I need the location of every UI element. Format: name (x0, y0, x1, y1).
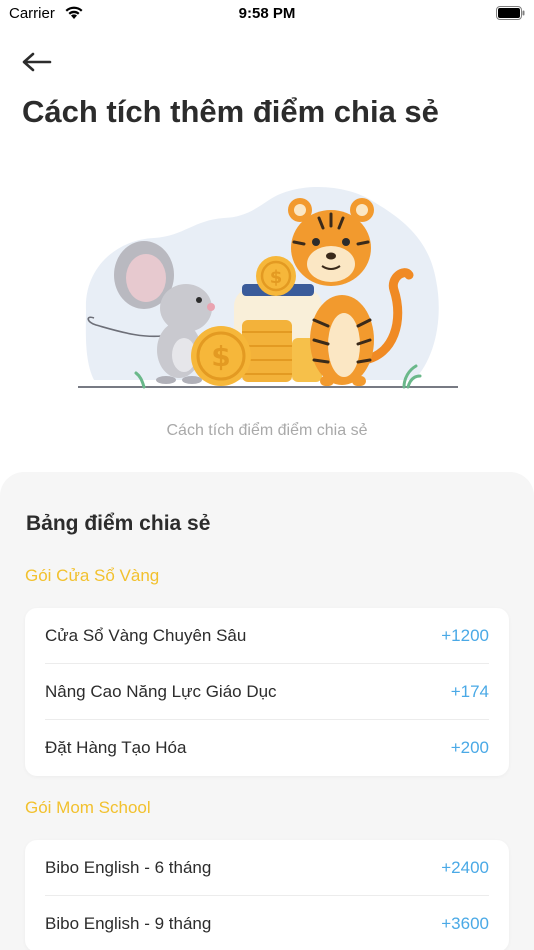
points-card-golden-window: Cửa Sổ Vàng Chuyên Sâu +1200 Nâng Cao Nă… (25, 608, 509, 776)
group-label-golden-window: Gói Cửa Sổ Vàng (25, 566, 160, 585)
list-item[interactable]: Cửa Sổ Vàng Chuyên Sâu +1200 (45, 608, 489, 664)
item-name: Bibo English - 6 tháng (45, 857, 212, 877)
item-name: Nâng Cao Năng Lực Giáo Dục (45, 681, 277, 701)
page-title: Cách tích thêm điểm chia sẻ (22, 94, 439, 129)
item-points: +200 (450, 738, 489, 757)
clock: 9:58 PM (238, 5, 296, 22)
item-points: +3600 (441, 914, 489, 933)
list-item[interactable]: Bibo English - 9 tháng +3600 (45, 896, 489, 950)
svg-text:$: $ (211, 340, 230, 373)
points-table-title: Bảng điểm chia sẻ (26, 512, 211, 535)
hero-illustration: $ $ (78, 187, 458, 389)
item-name: Đặt Hàng Tạo Hóa (45, 738, 187, 757)
arrow-left-icon (22, 52, 52, 72)
svg-text:$: $ (270, 267, 283, 288)
battery-icon (496, 6, 525, 20)
list-item[interactable]: Đặt Hàng Tạo Hóa +200 (45, 720, 489, 776)
group-label-mom-school: Gói Mom School (25, 798, 151, 817)
back-button[interactable] (20, 48, 54, 76)
points-card-mom-school: Bibo English - 6 tháng +2400 Bibo Englis… (25, 840, 509, 950)
item-points: +1200 (441, 625, 489, 645)
item-name: Bibo English - 9 tháng (45, 914, 212, 933)
list-item[interactable]: Bibo English - 6 tháng +2400 (45, 840, 489, 896)
item-name: Cửa Sổ Vàng Chuyên Sâu (45, 625, 247, 645)
status-bar: Carrier 9:58 PM (0, 0, 534, 30)
item-points: +2400 (441, 857, 489, 877)
item-points: +174 (450, 681, 489, 701)
list-item[interactable]: Nâng Cao Năng Lực Giáo Dục +174 (45, 664, 489, 720)
hero-caption: Cách tích điểm điểm chia sẻ (166, 422, 368, 439)
